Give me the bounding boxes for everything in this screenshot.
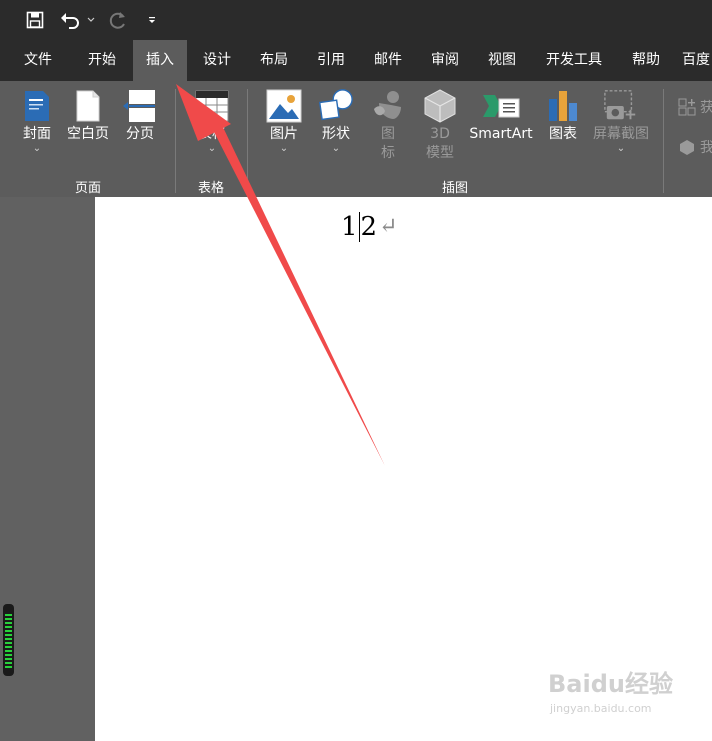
cover-page-button[interactable]: 封面 ⌄ [18,87,56,156]
tab-references[interactable]: 引用 [307,40,355,81]
text-after-caret: 2 [360,212,378,242]
my-addins-button[interactable]: 我 [678,137,712,157]
document-page[interactable] [95,197,712,741]
table-label: 表格 [198,126,226,142]
redo-icon[interactable] [106,8,130,32]
smartart-button[interactable]: SmartArt [466,87,536,144]
table-icon [194,87,230,125]
watermark: Baidu经验 jingyan.baidu.com [548,664,698,724]
picture-button[interactable]: 图片 ⌄ [264,87,304,156]
chart-icon [545,87,581,125]
tab-view[interactable]: 视图 [478,40,526,81]
group-divider [247,89,248,193]
icons-button: 图 标 [368,87,408,163]
chevron-down-icon: ⌄ [616,143,626,154]
blank-page-label: 空白页 [67,126,109,142]
3d-models-label-line1: 3D [430,126,450,142]
left-pane [0,197,95,741]
shapes-icon [318,87,354,125]
table-button[interactable]: 表格 ⌄ [190,87,234,156]
blank-page-icon [70,87,106,125]
chevron-down-icon: ⌄ [207,143,217,154]
tab-layout[interactable]: 布局 [250,40,298,81]
addins-grid-icon [678,98,696,116]
blank-page-button[interactable]: 空白页 [62,87,114,144]
3d-models-label-line2: 模型 [426,145,454,161]
chevron-down-icon: ⌄ [279,143,289,154]
tab-mailings[interactable]: 邮件 [364,40,412,81]
picture-label: 图片 [270,126,298,142]
addins-cube-icon [680,140,694,155]
watermark-url: jingyan.baidu.com [550,702,652,715]
smartart-label: SmartArt [469,126,533,142]
tab-home[interactable]: 开始 [76,40,128,81]
cover-page-icon [19,87,55,125]
page-break-label: 分页 [126,126,154,142]
pages-group-label: 页面 [74,181,101,196]
watermark-logo: Baidu经验 [548,670,673,698]
customize-toolbar-icon[interactable] [144,8,160,32]
chevron-down-icon: ⌄ [32,143,42,154]
tab-insert[interactable]: 插入 [133,40,187,81]
chevron-down-icon: ⌄ [331,143,341,154]
my-addins-label: 我 [700,140,712,156]
tab-developer[interactable]: 开发工具 [536,40,612,81]
page-break-icon [122,87,158,125]
ribbon-insert: 封面 ⌄ 空白页 分页 页面 表格 ⌄ 表格 图片 ⌄ 形状 ⌄ 图 标 3D … [0,81,712,197]
group-divider [663,89,664,193]
tab-file[interactable]: 文件 [10,40,66,81]
undo-icon[interactable] [58,8,82,32]
tab-help[interactable]: 帮助 [622,40,670,81]
save-icon[interactable] [24,8,46,32]
chart-label: 图表 [549,126,577,142]
illustrations-group-label: 插图 [441,181,468,196]
level-meter-icon [3,604,14,676]
tab-review[interactable]: 审阅 [421,40,469,81]
shapes-label: 形状 [322,126,350,142]
icons-label-line1: 图 [381,126,395,142]
document-text[interactable]: 1 2 ↵ [341,210,398,244]
picture-icon [266,87,302,125]
icons-icon [370,87,406,125]
shapes-button[interactable]: 形状 ⌄ [314,87,358,156]
smartart-icon [481,87,521,125]
title-bar [0,0,712,40]
ribbon-tab-bar: 文件 开始 插入 设计 布局 引用 邮件 审阅 视图 开发工具 帮助 百度 [0,40,712,81]
get-addins-label: 获 [700,100,712,116]
icons-label-line2: 标 [381,145,395,161]
text-caret [358,212,360,242]
tables-group-label: 表格 [197,181,224,196]
undo-dropdown-icon[interactable] [86,8,96,32]
cube-icon [422,87,458,125]
paragraph-mark: ↵ [379,214,398,239]
tab-baidu[interactable]: 百度 [682,40,712,81]
page-break-button[interactable]: 分页 [120,87,160,144]
group-divider [175,89,176,193]
chart-button[interactable]: 图表 [544,87,582,144]
tab-design[interactable]: 设计 [193,40,241,81]
get-addins-button[interactable]: 获 [678,97,712,117]
cover-page-label: 封面 [23,126,51,142]
text-before-caret: 1 [341,212,358,242]
screenshot-icon [603,87,639,125]
3d-models-button: 3D 模型 [418,87,462,163]
screenshot-button: 屏幕截图 ⌄ [588,87,654,156]
screenshot-label: 屏幕截图 [593,126,649,142]
